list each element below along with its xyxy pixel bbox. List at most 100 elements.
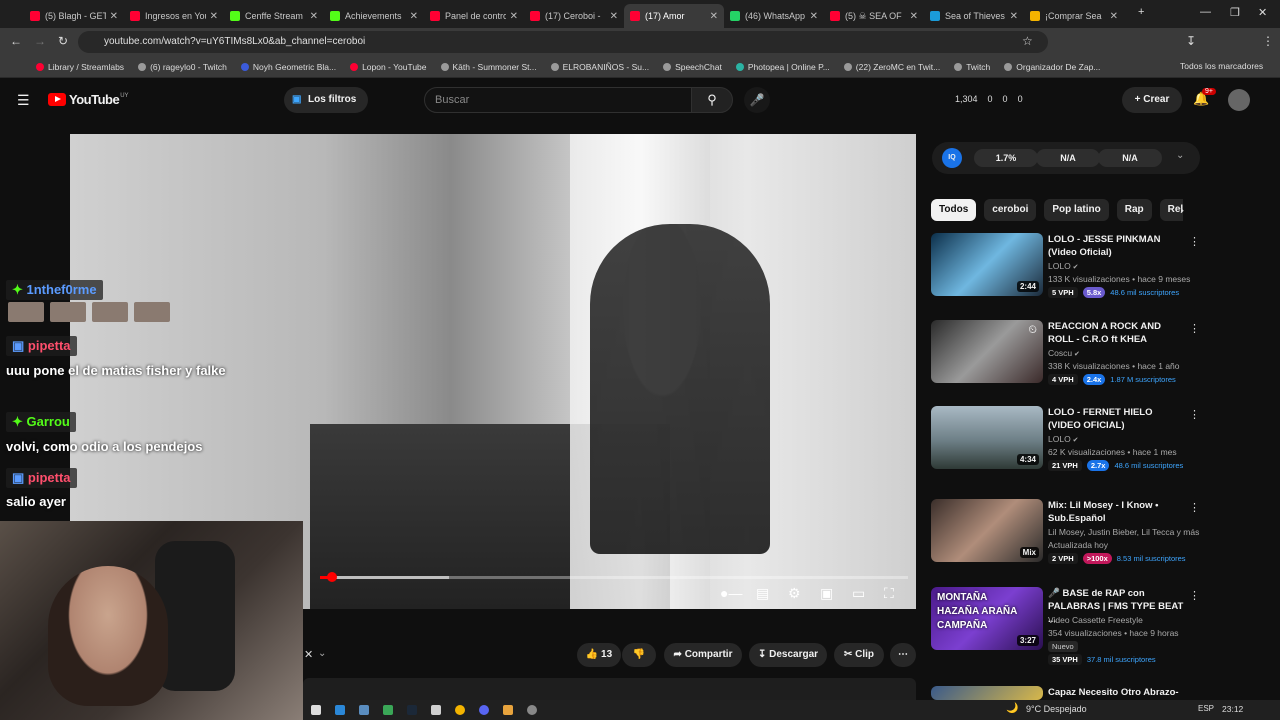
chat-username[interactable]: ✦ Garrou [6,412,76,432]
tab-close-icon[interactable]: ✕ [410,11,418,22]
tab-close-icon[interactable]: ✕ [310,11,318,22]
browser-tab[interactable]: Sea of Thieves ✕ [924,4,1024,28]
search-input[interactable]: Buscar [424,87,692,113]
tab-close-icon[interactable]: ✕ [610,11,618,22]
recommendation-item[interactable]: 2:44 LOLO - JESSE PINKMAN (Video Oficial)… [931,233,1201,313]
clock[interactable]: 23:12 [1222,704,1243,714]
chat-username[interactable]: ▣ pipetta [6,336,77,356]
youtube-logo[interactable]: YouTube UY [48,92,129,107]
channel-name[interactable]: LOLO ✔ [1048,434,1079,444]
tab-close-icon[interactable]: ✕ [510,11,518,22]
browser-tab[interactable]: Cenffe Stream ✕ [224,4,324,28]
recommendation-title[interactable]: Capaz Necesito Otro Abrazo- [1048,686,1186,699]
url-field[interactable]: youtube.com/watch?v=uY6TIMs8Lx0&ab_chann… [78,31,1048,53]
recommendation-item[interactable]: Mix Mix: Lil Mosey - I Know • Sub.Español… [931,499,1201,579]
reload-icon[interactable]: ↻ [58,34,68,48]
all-bookmarks-link[interactable]: Todos los marcadores [1180,61,1263,71]
channel-name[interactable]: Lil Mosey, Justin Bieber, Lil Tecca y má… [1048,527,1199,537]
recommendation-title[interactable]: LOLO - JESSE PINKMAN (Video Oficial) [1048,233,1186,259]
search-icon[interactable]: ⚲ [691,87,733,113]
recommendation-title[interactable]: REACCION A ROCK AND ROLL - C.R.O ft KHEA [1048,320,1186,346]
more-actions-button[interactable]: ⋯ [890,643,916,667]
bookmark-item[interactable]: Twitch [954,62,990,72]
chat-username[interactable]: ✦ 1nthef0rme [6,280,103,300]
recommendation-item[interactable]: MONTAÑA HAZAÑA ARAÑA CAMPAÑA 3:27 🎤 BASE d… [931,587,1201,667]
video-thumbnail[interactable]: MONTAÑA HAZAÑA ARAÑA CAMPAÑA 3:27 [931,587,1043,650]
hamburger-menu-icon[interactable]: ☰ [17,92,30,109]
browser-tab[interactable]: (5) Blagh - GET ✕ [24,4,124,28]
bookmark-item[interactable]: Kāth - Summoner St... [440,62,537,72]
taskbar-app-icon[interactable] [479,705,489,715]
bookmark-item[interactable]: SpeechChat [663,62,722,72]
browser-tab[interactable]: Achievements ✕ [324,4,424,28]
browser-tab[interactable]: Ingresos en YouTube ✕ [124,4,224,28]
video-thumbnail[interactable] [931,686,1043,700]
chevron-down-icon[interactable]: ⌄ [318,648,326,659]
fullscreen-icon[interactable]: ⛶ [884,585,894,602]
filter-chip[interactable]: Rap [1116,199,1152,221]
recommendation-title[interactable]: Mix: Lil Mosey - I Know • Sub.Español [1048,499,1186,525]
taskbar-app-icon[interactable] [311,705,321,715]
language-indicator[interactable]: ESP [1198,704,1214,713]
bookmark-item[interactable]: (6) rageylo0 - Twitch [138,62,227,72]
filter-chip[interactable]: ceroboi [984,199,1037,221]
share-button[interactable]: ➦ Compartir [664,643,742,667]
subtitles-icon[interactable]: ▤ [756,585,769,602]
tab-close-icon[interactable]: ✕ [810,11,818,22]
more-options-icon[interactable]: ⋮ [1189,235,1200,248]
recommendation-item[interactable]: ⏲ REACCION A ROCK AND ROLL - C.R.O ft KHE… [931,320,1201,400]
forward-icon[interactable]: → [34,34,46,48]
video-thumbnail[interactable]: ⏲ [931,320,1043,383]
theater-mode-icon[interactable]: ▭ [852,585,865,602]
bookmark-item[interactable]: Organizador De Zap... [1004,62,1100,72]
create-button[interactable]: + Crear [1122,87,1182,113]
taskbar-app-icon[interactable] [359,705,369,715]
recommendation-title[interactable]: LOLO - FERNET HIELO (VIDEO OFICIAL) [1048,406,1186,432]
progress-bar[interactable] [320,572,908,582]
download-button[interactable]: ↧ Descargar [749,643,827,667]
miniplayer-icon[interactable]: ▣ [820,585,833,602]
more-options-icon[interactable]: ⋮ [1189,501,1200,514]
back-icon[interactable]: ← [10,34,22,48]
taskbar-app-icon[interactable] [455,705,465,715]
like-button[interactable]: 👍 13 [577,643,621,667]
close-window-icon[interactable]: ✕ [1258,6,1267,19]
tab-close-icon[interactable]: ✕ [1110,11,1118,22]
bookmark-star-icon[interactable]: ☆ [1022,34,1033,48]
recommendation-item[interactable]: 4:34 LOLO - FERNET HIELO (VIDEO OFICIAL) L… [931,406,1201,486]
chevron-right-icon[interactable]: › [1180,203,1184,217]
filter-chip[interactable]: Todos [931,199,977,221]
bookmark-item[interactable]: ELROBANIÑOS - Su... [550,62,649,72]
bookmark-item[interactable]: Library / Streamlabs [36,62,124,72]
bookmark-item[interactable]: Photopea | Online P... [735,62,830,72]
browser-menu-icon[interactable]: ⋮ [1262,34,1274,48]
clip-button[interactable]: ✂ Clip [834,643,884,667]
watch-later-icon[interactable]: ⏲ [1028,324,1037,337]
browser-tab[interactable]: (46) WhatsApp ✕ [724,4,824,28]
progress-scrubber[interactable] [326,572,337,582]
bookmark-item[interactable]: Noyh Geometric Bla... [240,62,336,72]
more-options-icon[interactable]: ⋮ [1189,589,1200,602]
settings-gear-icon[interactable]: ⚙ [788,585,801,602]
tab-close-icon[interactable]: ✕ [1010,11,1018,22]
browser-tab[interactable]: (5) ☠ SEA OF ✕ [824,4,924,28]
channel-name[interactable]: Video Cassette Freestyle [1048,615,1143,625]
taskbar-app-icon[interactable] [503,705,513,715]
minimize-icon[interactable]: — [1200,6,1211,18]
channel-name[interactable]: LOLO ✔ [1048,261,1079,271]
restore-icon[interactable]: ❐ [1230,6,1240,19]
taskbar-app-icon[interactable] [431,705,441,715]
more-options-icon[interactable]: ⋮ [1189,322,1200,335]
downloads-icon[interactable]: ↧ [1186,34,1196,48]
taskbar-app-icon[interactable] [335,705,345,715]
more-options-icon[interactable]: ⋮ [1189,408,1200,421]
close-icon[interactable]: ✕ [304,648,313,661]
filter-chip[interactable]: Pop latino [1044,199,1109,221]
channel-name[interactable]: Coscu ✔ [1048,348,1080,358]
video-thumbnail[interactable]: 4:34 [931,406,1043,469]
iq-extension-icon[interactable]: IQ [942,148,962,168]
tab-close-icon[interactable]: ✕ [910,11,918,22]
tab-close-icon[interactable]: ✕ [210,11,218,22]
browser-tab[interactable]: ¡Comprar Sea ✕ [1024,4,1124,28]
browser-tab[interactable]: (17) Amor ✕ [624,4,724,28]
